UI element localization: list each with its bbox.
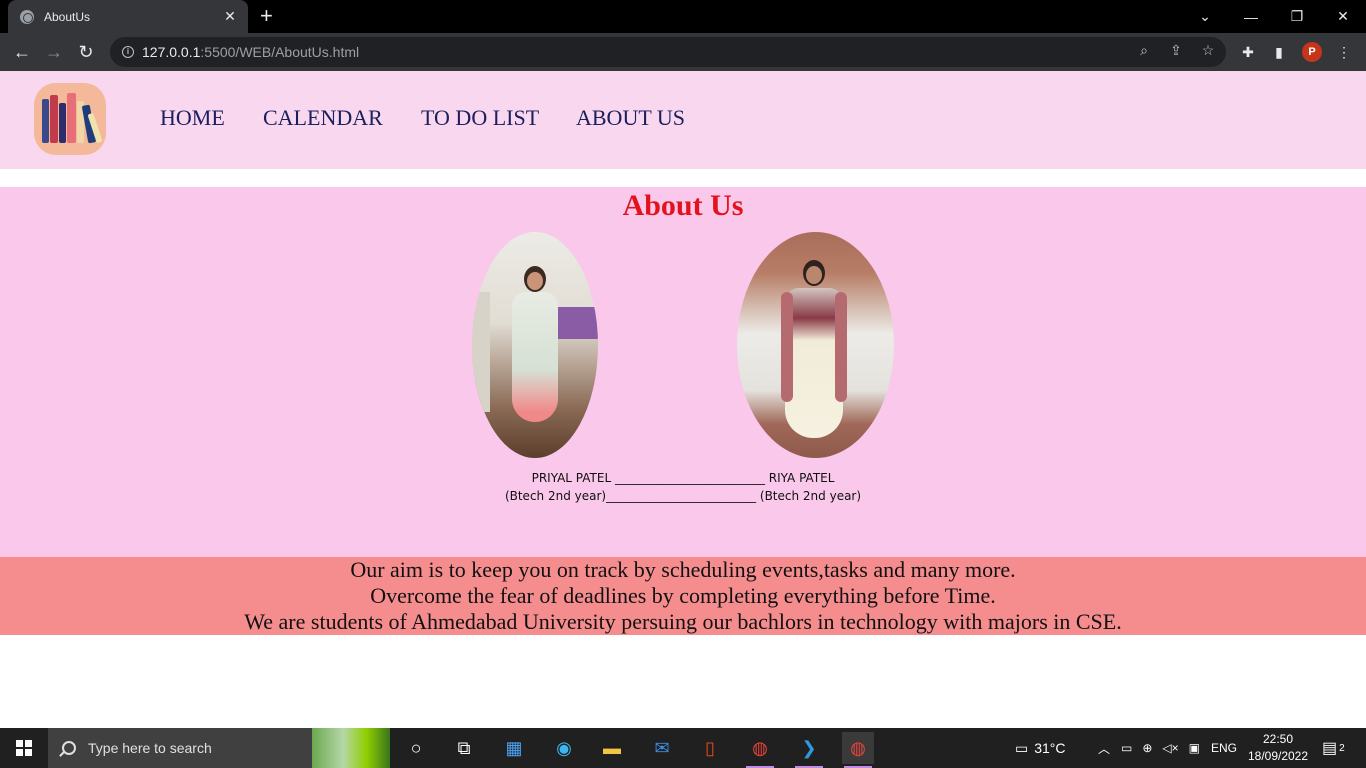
site-navbar: HOME CALENDAR TO DO LIST ABOUT US (0, 71, 1366, 169)
web-page: HOME CALENDAR TO DO LIST ABOUT US About … (0, 71, 1366, 728)
chrome-profile-icon[interactable]: ◍ (842, 732, 874, 768)
extensions-icon[interactable]: ✚ (1235, 39, 1261, 65)
search-placeholder: Type here to search (88, 740, 212, 756)
cortana-icon[interactable]: ○ (400, 732, 432, 764)
priyal-photo (472, 232, 598, 458)
network-icon[interactable]: ⊕ (1142, 741, 1152, 755)
menu-icon[interactable]: ⋮ (1331, 39, 1357, 65)
file-explorer-icon[interactable]: ▬ (596, 732, 628, 764)
site-info-icon[interactable]: i (122, 46, 134, 58)
clock-date: 18/09/2022 (1247, 749, 1309, 763)
books-logo[interactable] (34, 83, 106, 155)
office-icon[interactable]: ▯ (694, 732, 726, 764)
clock-time: 22:50 (1262, 732, 1294, 746)
address-bar[interactable]: i 127.0.0.1:5500/WEB/AboutUs.html ⌕ ⇪ ☆ (110, 37, 1226, 67)
temperature: 31°C (1034, 740, 1066, 756)
taskbar-clock[interactable]: 22:50 18/09/2022 (1244, 731, 1312, 765)
tab-title: AboutUs (44, 9, 91, 24)
language-indicator[interactable]: ENG (1211, 741, 1237, 755)
notification-center[interactable]: ▤ 2 (1322, 728, 1345, 768)
close-window-button[interactable]: ✕ (1320, 0, 1366, 33)
store-icon[interactable]: ▦ (498, 732, 530, 764)
globe-icon (20, 9, 34, 24)
browser-tab[interactable]: AboutUs ✕ (8, 0, 248, 33)
search-highlight-image (312, 728, 390, 768)
chevron-up-icon[interactable]: ︿ (1098, 740, 1110, 757)
weather-widget[interactable]: ▭ 31°C (1015, 728, 1066, 768)
meet-now-icon[interactable]: ▣ (1189, 741, 1200, 755)
zoom-icon[interactable]: ⌕ (1134, 42, 1154, 59)
windows-taskbar: Type here to search ○ ⧉ ▦ ◉ ▬ ✉ ▯ ◍ ❯ ◍ … (0, 728, 1366, 768)
names-caption: PRIYAL PATEL _________________________ R… (531, 471, 835, 485)
years-caption: (Btech 2nd year)________________________… (504, 489, 862, 503)
task-view-icon[interactable]: ⧉ (448, 732, 480, 764)
search-icon (62, 741, 76, 755)
aim-section: Our aim is to keep you on track by sched… (0, 557, 1366, 635)
riya-photo (737, 232, 894, 458)
bookmark-star-icon[interactable]: ☆ (1198, 42, 1218, 59)
battery-icon[interactable]: ▭ (1121, 741, 1132, 755)
aim-line-3: We are students of Ahmedabad University … (244, 609, 1122, 634)
back-button[interactable]: ← (9, 39, 35, 65)
nav-about-us[interactable]: ABOUT US (576, 105, 685, 131)
weather-icon: ▭ (1015, 739, 1029, 756)
about-title: About Us (622, 189, 744, 222)
url-host: 127.0.0.1 (142, 44, 201, 60)
nav-calendar[interactable]: CALENDAR (263, 105, 383, 131)
close-tab-icon[interactable]: ✕ (222, 8, 238, 25)
share-icon[interactable]: ⇪ (1166, 42, 1186, 59)
browser-toolbar: ← → ↻ i 127.0.0.1:5500/WEB/AboutUs.html … (0, 33, 1366, 71)
profile-avatar[interactable]: P (1302, 42, 1322, 62)
side-panel-icon[interactable]: ▮ (1266, 39, 1292, 65)
about-section: About Us PRIYAL PATEL __________________… (0, 187, 1366, 557)
mail-icon[interactable]: ✉ (646, 732, 678, 764)
start-button[interactable] (0, 728, 48, 768)
forward-button[interactable]: → (41, 39, 67, 65)
aim-line-1: Our aim is to keep you on track by sched… (350, 557, 1016, 582)
restore-button[interactable]: ❐ (1274, 0, 1320, 33)
notification-icon: ▤ (1322, 740, 1338, 757)
system-tray: ︿ ▭ ⊕ ◁× ▣ ENG (1092, 728, 1237, 768)
edge-icon[interactable]: ◉ (548, 732, 580, 764)
windows-logo-icon (16, 740, 32, 756)
minimize-button[interactable]: — (1228, 0, 1274, 33)
url-path: :5500/WEB/AboutUs.html (200, 44, 360, 60)
browser-tab-bar: AboutUs ✕ + ⌄ — ❐ ✕ (0, 0, 1366, 33)
chrome-icon[interactable]: ◍ (744, 732, 776, 768)
notification-count: 2 (1339, 742, 1345, 754)
nav-home[interactable]: HOME (160, 105, 225, 131)
vscode-icon[interactable]: ❯ (793, 732, 825, 768)
nav-todo-list[interactable]: TO DO LIST (421, 105, 539, 131)
aim-line-2: Overcome the fear of deadlines by comple… (370, 583, 996, 608)
new-tab-button[interactable]: + (260, 5, 273, 27)
taskbar-search[interactable]: Type here to search (48, 728, 390, 768)
volume-muted-icon[interactable]: ◁× (1162, 741, 1178, 755)
tab-search-icon[interactable]: ⌄ (1182, 0, 1228, 33)
reload-button[interactable]: ↻ (73, 39, 99, 65)
